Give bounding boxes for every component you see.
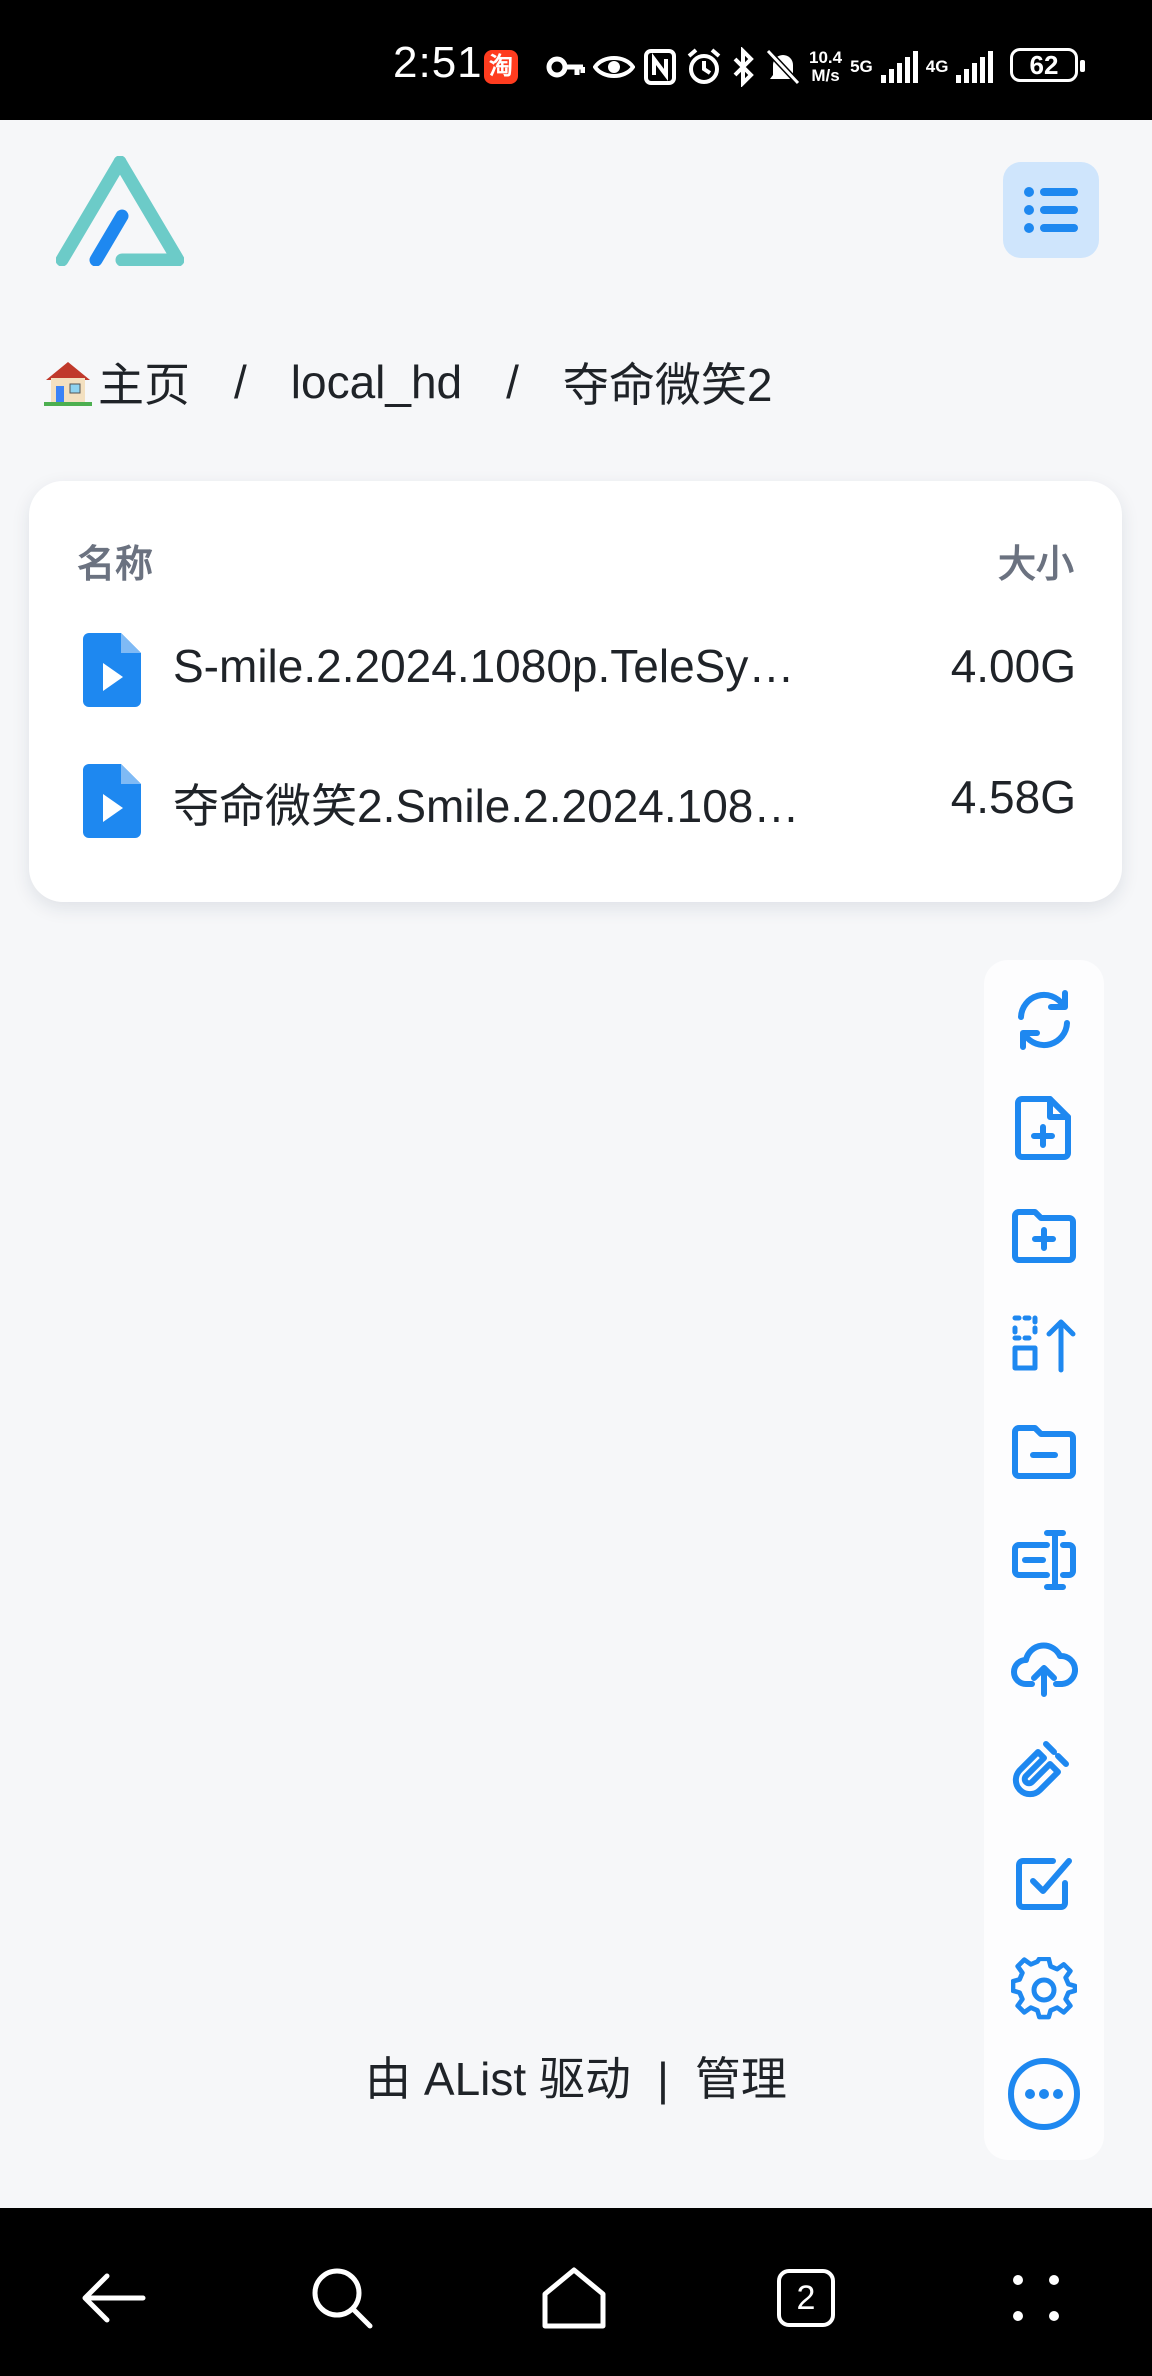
folder-plus-icon	[1012, 1209, 1076, 1263]
network-speed: 10.4 M/s	[809, 48, 843, 85]
powered-by-link[interactable]: 由 AList 驱动	[365, 2053, 631, 2105]
dots-icon	[1013, 2275, 1059, 2321]
folder-minus-icon	[1012, 1425, 1076, 1479]
file-name: 夺命微笑2.Smile.2.2024.108…	[173, 780, 800, 832]
footer-separator: |	[656, 2053, 669, 2105]
battery-icon: 62	[1010, 48, 1085, 82]
file-size: 4.58G	[950, 771, 1076, 823]
video-file-icon	[83, 633, 141, 707]
column-header-name[interactable]: 名称	[77, 533, 153, 588]
breadcrumb-level1[interactable]: local_hd	[291, 355, 462, 409]
list-menu-icon	[1024, 187, 1078, 233]
action-toolbar	[984, 960, 1104, 2160]
breadcrumb-home[interactable]: 主页	[98, 349, 190, 415]
remove-empty-folder-button[interactable]	[1006, 1414, 1082, 1490]
recursive-move-button[interactable]	[1006, 1306, 1082, 1382]
rename-icon	[1012, 1530, 1076, 1590]
new-file-button[interactable]	[1006, 1090, 1082, 1166]
breadcrumb-separator: /	[234, 356, 247, 408]
select-button[interactable]	[1006, 1844, 1082, 1920]
file-list: 名称 大小 S-mile.2.2024.1080p.TeleSy… 4.00G …	[29, 481, 1122, 902]
file-row[interactable]: S-mile.2.2024.1080p.TeleSy… 4.00G	[29, 627, 1122, 747]
menu-button[interactable]	[1003, 162, 1099, 258]
sim2-label: 4G	[925, 57, 949, 76]
back-arrow-icon	[82, 2273, 146, 2323]
search-icon	[312, 2268, 373, 2329]
back-button[interactable]	[74, 2258, 154, 2338]
batch-rename-button[interactable]	[1006, 1522, 1082, 1598]
select-up-icon	[1012, 1315, 1076, 1373]
home-button[interactable]	[534, 2258, 614, 2338]
upload-button[interactable]	[1006, 1630, 1082, 1706]
tabs-count: 2	[777, 2269, 835, 2327]
eye-icon	[593, 56, 635, 78]
checkbox-icon	[1016, 1858, 1072, 1910]
gear-icon	[1011, 1957, 1077, 2020]
bluetooth-icon	[733, 47, 754, 87]
alarm-icon	[687, 48, 721, 84]
refresh-button[interactable]	[1006, 982, 1082, 1058]
navigation-bar: 2	[0, 2208, 1152, 2376]
file-plus-icon	[1015, 1096, 1071, 1160]
offline-download-button[interactable]	[1006, 1734, 1082, 1810]
refresh-icon	[1018, 990, 1070, 1050]
taobao-notification-icon: 淘	[484, 50, 518, 84]
new-folder-button[interactable]	[1006, 1198, 1082, 1274]
magnet-icon	[1012, 1741, 1069, 1798]
video-file-icon	[83, 764, 141, 838]
status-icons: 10.4 M/s 5G 4G	[545, 44, 994, 90]
nfc-icon	[644, 49, 676, 85]
signal-icon-sim1	[880, 51, 918, 83]
column-header-size[interactable]: 大小	[998, 533, 1074, 588]
footer: 由 AList 驱动 | 管理	[0, 2043, 1152, 2109]
alist-logo[interactable]	[55, 155, 185, 267]
file-size: 4.00G	[950, 640, 1076, 692]
status-bar: 2:51 淘 10.4 M/s 5G 4G 62	[0, 0, 1152, 120]
mute-bell-icon	[765, 48, 801, 86]
house-icon	[44, 362, 92, 406]
recent-apps-button[interactable]: 2	[766, 2258, 846, 2338]
breadcrumb-current[interactable]: 夺命微笑2	[563, 349, 773, 415]
file-row[interactable]: 夺命微笑2.Smile.2.2024.108… 4.58G	[29, 758, 1122, 878]
file-name: S-mile.2.2024.1080p.TeleSy…	[173, 640, 795, 692]
nav-menu-button[interactable]	[996, 2258, 1076, 2338]
cloud-upload-icon	[1011, 1642, 1078, 1697]
manage-link[interactable]: 管理	[695, 2053, 787, 2105]
settings-button[interactable]	[1006, 1952, 1082, 2028]
search-button[interactable]	[302, 2258, 382, 2338]
signal-icon-sim2	[956, 51, 994, 83]
status-time: 2:51	[393, 38, 483, 87]
sim1-label: 5G	[850, 57, 873, 76]
breadcrumb: 主页 / local_hd / 夺命微笑2	[42, 350, 773, 414]
home-icon	[542, 2267, 606, 2329]
key-icon	[546, 56, 585, 78]
breadcrumb-separator: /	[506, 356, 519, 408]
